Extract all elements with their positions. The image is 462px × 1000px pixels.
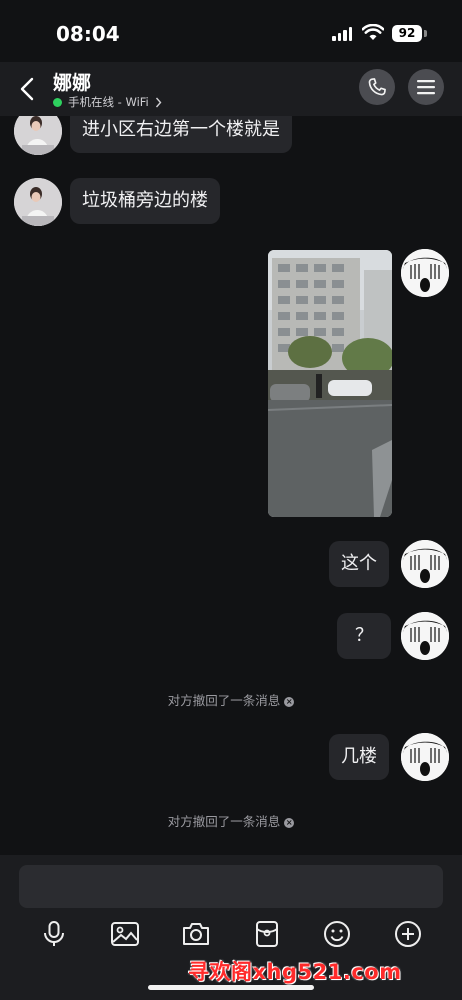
wifi-icon <box>362 24 384 40</box>
emoji-button[interactable] <box>320 917 354 951</box>
presence-text: 手机在线 - WiFi <box>68 95 149 109</box>
cellular-signal-icon <box>332 27 352 41</box>
image-message[interactable] <box>268 250 392 517</box>
plus-icon <box>395 921 421 947</box>
voice-call-button[interactable] <box>359 69 395 105</box>
camera-icon <box>183 923 209 945</box>
emoji-icon <box>324 921 350 947</box>
presence-status[interactable]: 手机在线 - WiFi <box>53 94 162 110</box>
chat-header: 娜娜 手机在线 - WiFi <box>0 62 462 116</box>
message-bubble-sent[interactable]: 几楼 <box>329 734 389 780</box>
contact-avatar[interactable] <box>14 178 62 226</box>
chevron-left-icon <box>20 77 34 101</box>
recall-notice-text: 对方撤回了一条消息 <box>167 814 281 829</box>
status-time: 08:04 <box>56 22 120 46</box>
photo-album-button[interactable] <box>108 917 142 951</box>
voice-message-button[interactable] <box>37 917 71 951</box>
recall-notice-text: 对方撤回了一条消息 <box>167 693 281 708</box>
watermark-text: 寻欢阁xhg521.com <box>188 960 402 984</box>
recall-notice: 对方撤回了一条消息 × <box>0 811 462 830</box>
my-avatar[interactable] <box>401 733 449 781</box>
battery-cap <box>424 30 427 37</box>
hamburger-icon <box>417 80 435 95</box>
message-bubble-sent[interactable]: 这个 <box>329 541 389 587</box>
phone-icon <box>368 78 386 96</box>
home-indicator[interactable] <box>148 985 314 990</box>
status-bar: 08:04 92 <box>0 0 462 62</box>
more-options-button[interactable] <box>391 917 425 951</box>
building-photo <box>268 250 392 517</box>
contact-avatar[interactable] <box>14 116 62 155</box>
microphone-icon <box>44 921 64 946</box>
close-circle-icon: × <box>284 818 295 828</box>
recall-notice: 对方撤回了一条消息 × <box>0 690 462 709</box>
red-packet-button[interactable] <box>250 917 284 951</box>
message-bubble-received[interactable]: 垃圾桶旁边的楼 <box>70 178 220 224</box>
my-avatar[interactable] <box>401 612 449 660</box>
camera-button[interactable] <box>179 917 213 951</box>
online-dot-icon <box>53 97 62 107</box>
close-circle-icon: × <box>284 697 295 707</box>
red-packet-icon <box>256 921 278 947</box>
contact-name[interactable]: 娜娜 <box>53 68 91 95</box>
battery-level: 92 <box>392 25 422 42</box>
message-bubble-sent[interactable]: ？ <box>337 613 391 659</box>
my-avatar[interactable] <box>401 540 449 588</box>
my-avatar[interactable] <box>401 249 449 297</box>
message-list[interactable]: 进小区右边第一个楼就是 垃圾桶旁边的楼 这个 ？ 对方撤回了一条消息 × 几楼 … <box>0 116 462 855</box>
message-input[interactable] <box>19 865 443 908</box>
image-icon <box>111 922 139 946</box>
message-bubble-received[interactable]: 进小区右边第一个楼就是 <box>70 116 292 153</box>
back-button[interactable] <box>12 72 42 106</box>
chat-menu-button[interactable] <box>408 69 444 105</box>
chevron-right-icon <box>155 97 162 107</box>
